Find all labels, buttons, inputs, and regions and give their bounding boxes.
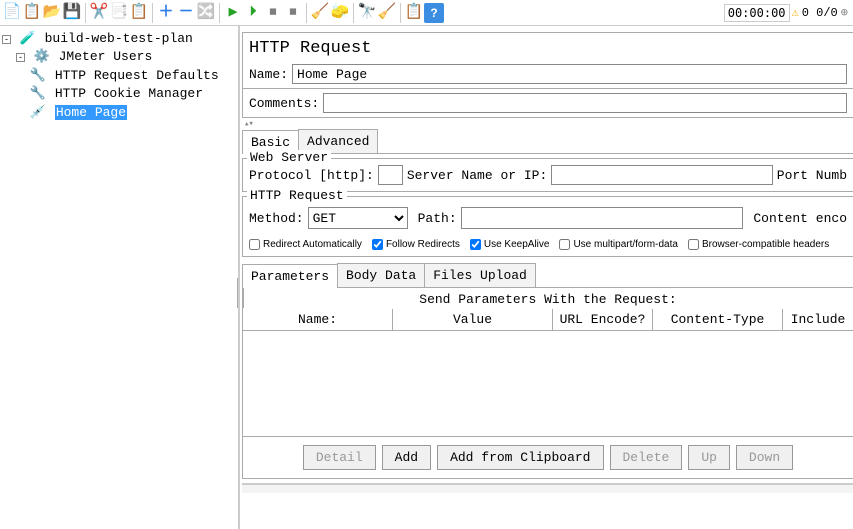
- tree-toggle[interactable]: -: [2, 35, 11, 44]
- cut-icon[interactable]: ✂️: [89, 3, 109, 23]
- tab-body-data[interactable]: Body Data: [337, 263, 425, 287]
- http-request-legend: HTTP Request: [247, 188, 347, 203]
- col-content-type[interactable]: Content-Type: [653, 309, 783, 330]
- threads-icon: ⊕: [841, 5, 848, 20]
- col-value[interactable]: Value: [393, 309, 553, 330]
- web-server-group: Web Server Protocol [http]: Server Name …: [242, 158, 853, 192]
- new-file-icon[interactable]: 📄: [2, 3, 22, 23]
- server-label: Server Name or IP:: [407, 168, 547, 183]
- templates-icon[interactable]: 📋: [22, 3, 42, 23]
- follow-redirects-checkbox[interactable]: Follow Redirects: [372, 239, 460, 250]
- tree-node-defaults[interactable]: HTTP Request Defaults: [55, 68, 219, 83]
- tree-node-threadgroup[interactable]: JMeter Users: [59, 49, 153, 64]
- server-input[interactable]: [551, 165, 773, 185]
- wrench-icon: 🔧: [31, 69, 45, 83]
- tab-files-upload[interactable]: Files Upload: [424, 263, 536, 287]
- parameters-body[interactable]: [243, 331, 853, 436]
- encoding-label: Content enco: [753, 211, 847, 226]
- wrench-icon: 🔧: [31, 87, 45, 101]
- save-icon[interactable]: 💾: [62, 3, 82, 23]
- col-url-encode[interactable]: URL Encode?: [553, 309, 653, 330]
- col-name[interactable]: Name:: [243, 309, 393, 330]
- main-toolbar: 📄 📋 📂 💾 ✂️ 📑 📋 ＋ － 🔀 ▶ ⏵ ⏹ ⏹ 🧹 🧽 🔭 🧹 📋 ?…: [0, 0, 853, 26]
- keepalive-checkbox[interactable]: Use KeepAlive: [470, 239, 550, 250]
- param-tabs: Parameters Body Data Files Upload: [242, 263, 853, 287]
- elapsed-time: 00:00:00: [724, 4, 790, 22]
- http-request-group: HTTP Request Method: GET Path: Content e…: [242, 196, 853, 257]
- down-button[interactable]: Down: [736, 445, 793, 470]
- parameters-header: Name: Value URL Encode? Content-Type Inc…: [243, 309, 853, 331]
- name-input[interactable]: [292, 64, 847, 84]
- config-tabs: Basic Advanced: [242, 129, 853, 154]
- horizontal-scrollbar[interactable]: [242, 483, 853, 493]
- method-select[interactable]: GET: [308, 207, 408, 229]
- add-from-clipboard-button[interactable]: Add from Clipboard: [437, 445, 603, 470]
- expand-icon[interactable]: ＋: [156, 3, 176, 23]
- multipart-checkbox[interactable]: Use multipart/form-data: [559, 239, 677, 250]
- thread-count: ⚠ 0 0/0 ⊕: [792, 5, 848, 20]
- parameters-caption: Send Parameters With the Request:: [243, 288, 853, 309]
- redirect-auto-checkbox[interactable]: Redirect Automatically: [249, 239, 362, 250]
- col-include[interactable]: Include: [783, 309, 853, 330]
- search-icon[interactable]: 🔭: [357, 3, 377, 23]
- port-label: Port Numb: [777, 168, 847, 183]
- comments-input[interactable]: [323, 93, 847, 113]
- collapse-icon[interactable]: －: [176, 3, 196, 23]
- warning-icon: ⚠: [792, 5, 799, 20]
- start-no-timers-icon[interactable]: ⏵: [243, 3, 263, 23]
- collapse-grip-icon[interactable]: ▴▾: [242, 119, 853, 127]
- web-server-legend: Web Server: [247, 150, 331, 165]
- clear-icon[interactable]: 🧹: [310, 3, 330, 23]
- method-label: Method:: [249, 211, 304, 226]
- path-input[interactable]: [461, 207, 744, 229]
- name-label: Name:: [249, 67, 288, 82]
- pipette-icon: 💉: [31, 106, 45, 120]
- detail-button[interactable]: Detail: [303, 445, 376, 470]
- protocol-label: Protocol [http]:: [249, 168, 374, 183]
- reset-search-icon[interactable]: 🧹: [377, 3, 397, 23]
- stop-icon[interactable]: ⏹: [263, 3, 283, 23]
- clear-all-icon[interactable]: 🧽: [330, 3, 350, 23]
- tree-node-homepage[interactable]: Home Page: [55, 105, 127, 120]
- panel-title: HTTP Request: [242, 32, 853, 60]
- add-button[interactable]: Add: [382, 445, 431, 470]
- path-label: Path:: [418, 211, 457, 226]
- tree-toggle[interactable]: -: [16, 53, 25, 62]
- browser-compat-checkbox[interactable]: Browser-compatible headers: [688, 239, 829, 250]
- tab-parameters[interactable]: Parameters: [242, 264, 338, 288]
- open-icon[interactable]: 📂: [42, 3, 62, 23]
- paste-icon[interactable]: 📋: [129, 3, 149, 23]
- test-plan-tree: - 🧪 build-web-test-plan - ⚙️ JMeter User…: [0, 26, 240, 529]
- editor-pane: HTTP Request Name: Comments: ▴▾ Basic Ad…: [240, 26, 853, 529]
- flask-icon: 🧪: [21, 32, 35, 46]
- tree-node-cookie[interactable]: HTTP Cookie Manager: [55, 86, 203, 101]
- gear-icon: ⚙️: [35, 50, 49, 64]
- up-button[interactable]: Up: [688, 445, 730, 470]
- tree-node-plan[interactable]: build-web-test-plan: [45, 31, 193, 46]
- toggle-icon[interactable]: 🔀: [196, 3, 216, 23]
- parameters-table: Send Parameters With the Request: Name: …: [242, 287, 853, 437]
- parameters-buttons: Detail Add Add from Clipboard Delete Up …: [242, 437, 853, 479]
- comments-label: Comments:: [249, 96, 319, 111]
- delete-button[interactable]: Delete: [610, 445, 683, 470]
- shutdown-icon[interactable]: ⏹: [283, 3, 303, 23]
- help-icon[interactable]: ?: [424, 3, 444, 23]
- protocol-input[interactable]: [378, 165, 403, 185]
- start-icon[interactable]: ▶: [223, 3, 243, 23]
- copy-icon[interactable]: 📑: [109, 3, 129, 23]
- function-helper-icon[interactable]: 📋: [404, 3, 424, 23]
